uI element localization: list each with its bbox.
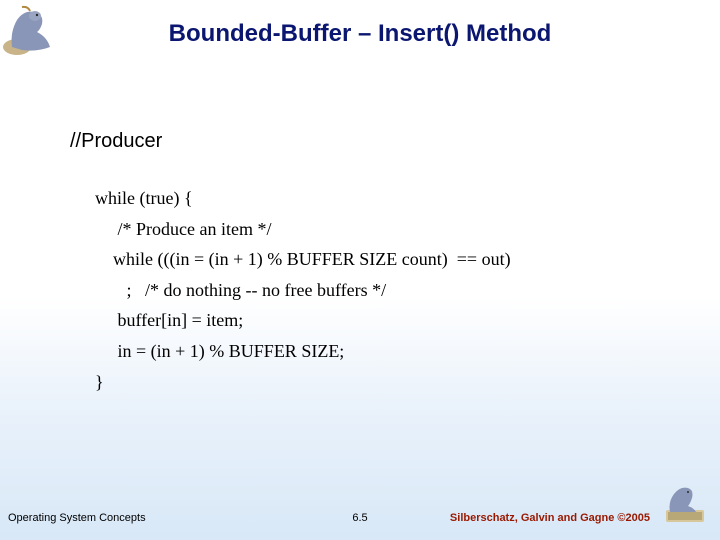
code-line: while (true) {: [95, 183, 511, 214]
slide-content: //Producer while (true) { /* Produce an …: [70, 130, 511, 397]
code-line: in = (in + 1) % BUFFER SIZE;: [95, 336, 511, 367]
code-line: }: [95, 367, 511, 398]
code-block: while (true) { /* Produce an item */ whi…: [95, 183, 511, 397]
code-line: while (((in = (in + 1) % BUFFER SIZE cou…: [95, 244, 511, 275]
code-line: /* Produce an item */: [95, 214, 511, 245]
code-line: ; /* do nothing -- no free buffers */: [95, 275, 511, 306]
footer-copyright: Silberschatz, Galvin and Gagne ©2005: [450, 512, 650, 524]
slide-title: Bounded-Buffer – Insert() Method: [0, 20, 720, 48]
code-line: buffer[in] = item;: [95, 305, 511, 336]
section-label: //Producer: [70, 130, 511, 153]
dinosaur-logo-bottom: [658, 480, 708, 525]
